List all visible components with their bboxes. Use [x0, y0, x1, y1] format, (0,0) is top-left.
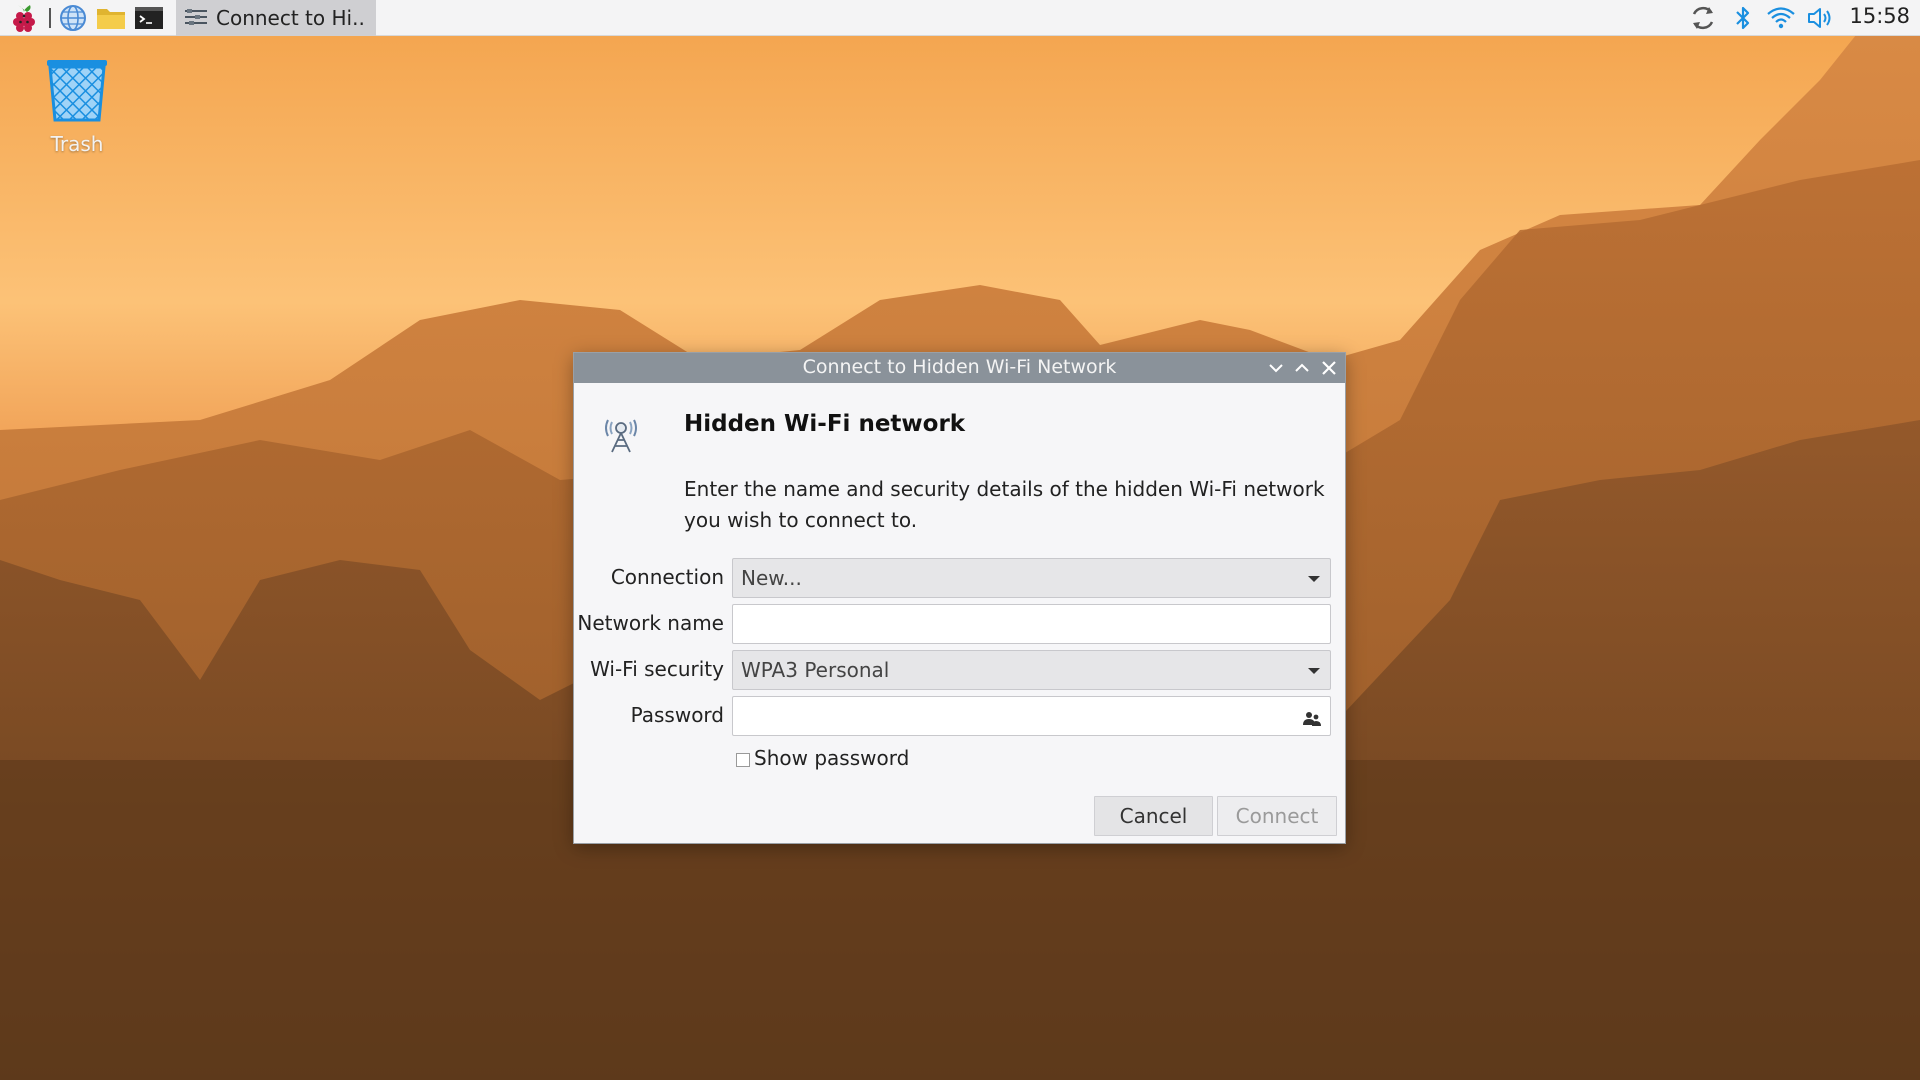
network-name-input[interactable]: [732, 604, 1331, 644]
taskbar: Connect to Hi.. 15:58: [0, 0, 1920, 36]
dialog-titlebar[interactable]: Connect to Hidden Wi-Fi Network: [574, 353, 1345, 383]
taskbar-task-label: Connect to Hi..: [216, 6, 365, 30]
taskbar-task-connect-hidden-wifi[interactable]: Connect to Hi..: [176, 0, 376, 36]
volume-icon[interactable]: [1806, 3, 1836, 33]
web-browser-icon[interactable]: [58, 3, 88, 33]
wireless-antenna-icon: [605, 419, 637, 453]
dialog-heading: Hidden Wi-Fi network: [684, 411, 966, 437]
raspberry-menu-icon[interactable]: [9, 3, 39, 33]
wifi-security-label: Wi-Fi security: [590, 657, 724, 681]
dialog-description: Enter the name and security details of t…: [684, 477, 1325, 532]
wifi-security-select[interactable]: WPA3 Personal: [732, 650, 1331, 690]
bluetooth-icon[interactable]: [1728, 3, 1758, 33]
file-manager-icon[interactable]: [96, 3, 126, 33]
minimize-button[interactable]: [1264, 355, 1288, 381]
network-name-label: Network name: [577, 611, 724, 635]
connection-label: Connection: [610, 565, 724, 589]
dropdown-arrow-icon: [1308, 668, 1320, 674]
desktop-trash-label: Trash: [50, 132, 104, 156]
dropdown-arrow-icon: [1308, 576, 1320, 582]
connection-select[interactable]: New...: [732, 558, 1331, 598]
chevron-up-icon: [1295, 363, 1309, 372]
dialog-app-icon: [184, 7, 208, 33]
dialog-title: Connect to Hidden Wi-Fi Network: [802, 356, 1117, 378]
password-label: Password: [630, 703, 724, 727]
taskbar-clock[interactable]: 15:58: [1849, 4, 1910, 28]
close-button[interactable]: [1317, 355, 1341, 381]
connect-button[interactable]: Connect: [1217, 796, 1337, 836]
password-storage-icon[interactable]: [1302, 709, 1322, 729]
show-password-checkbox[interactable]: [736, 753, 750, 767]
updater-icon[interactable]: [1688, 3, 1718, 33]
wifi-security-select-value: WPA3 Personal: [741, 658, 890, 682]
wifi-icon[interactable]: [1766, 3, 1796, 33]
close-icon: [1322, 361, 1336, 375]
terminal-icon[interactable]: [134, 3, 164, 33]
taskbar-separator: [49, 8, 51, 28]
connect-hidden-wifi-dialog: Connect to Hidden Wi-Fi Network Hidden W…: [574, 353, 1345, 843]
password-input[interactable]: [732, 696, 1331, 736]
maximize-button[interactable]: [1290, 355, 1314, 381]
trash-icon: [47, 60, 107, 122]
desktop-trash[interactable]: Trash: [36, 58, 118, 156]
connection-select-value: New...: [741, 566, 802, 590]
cancel-button[interactable]: Cancel: [1094, 796, 1213, 836]
chevron-down-icon: [1269, 364, 1283, 373]
show-password-label[interactable]: Show password: [754, 746, 909, 770]
